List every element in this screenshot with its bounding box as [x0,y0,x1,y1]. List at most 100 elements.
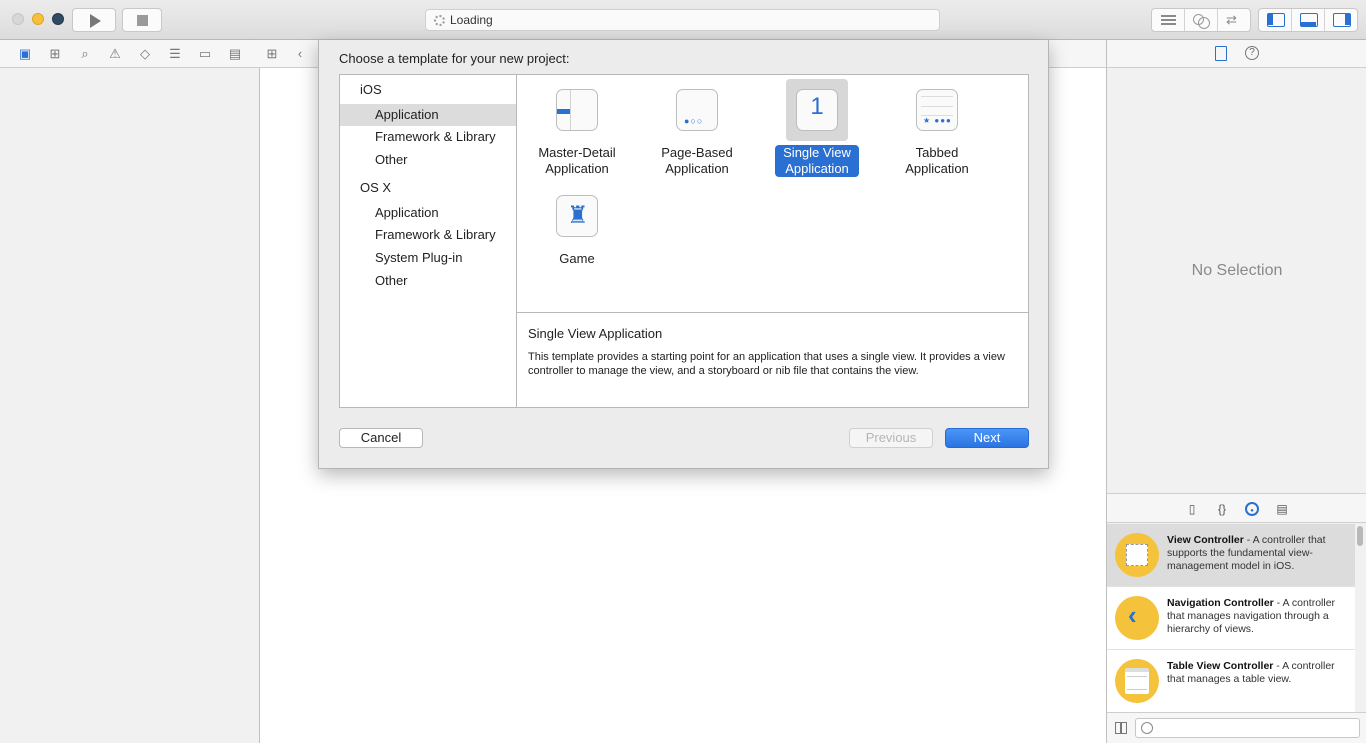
filter-icon [1141,722,1153,734]
category-header-osx: OS X [360,180,392,195]
template-grid: Master-Detail Application ●○○ Page-Based A… [517,75,1028,313]
category-osx-application[interactable]: Application [340,202,516,224]
table-view-controller-icon [1115,659,1159,703]
list-icon[interactable]: ☰ [167,46,183,62]
category-osx-framework-library[interactable]: Framework & Library [340,224,516,246]
stop-icon [137,15,148,26]
category-osx-other[interactable]: Other [340,270,516,292]
template-master-detail[interactable]: Master-Detail Application [517,75,637,176]
version-editor-button[interactable]: ⇄ [1218,9,1251,31]
category-header-ios: iOS [360,82,382,97]
bottom-panel-icon [1300,13,1318,27]
toggle-debug-area-button[interactable] [1292,9,1325,31]
tabbed-icon: ★ ●●● [916,89,958,131]
description-title: Single View Application [528,326,663,341]
object-library-icon[interactable]: ● [1245,502,1259,516]
close-window-button[interactable] [12,13,24,25]
category-ios-other[interactable]: Other [340,149,516,171]
template-label-line1: Single View [779,145,855,161]
sheet-title: Choose a template for your new project: [339,51,570,66]
assistant-editor-button[interactable] [1185,9,1218,31]
game-icon: ♜ [556,195,598,237]
back-chevron-icon[interactable]: ‹ [292,46,308,62]
library-item-name: Navigation Controller [1167,597,1274,609]
related-items-grid-icon[interactable]: ⊞ [264,46,280,62]
next-button[interactable]: Next [945,428,1029,448]
breakpoint-diamond-icon[interactable]: ◇ [137,46,153,62]
library-item-navigation-controller[interactable]: ‹ Navigation Controller - A controller t… [1107,587,1355,650]
assistant-editor-icon [1193,14,1210,29]
standard-editor-icon [1161,15,1176,25]
library-item-table-view-controller[interactable]: Table View Controller - A controller tha… [1107,650,1355,712]
file-template-library-icon[interactable]: ▯ [1185,502,1199,516]
toggle-navigator-button[interactable] [1259,9,1292,31]
zoom-window-button[interactable] [52,13,64,25]
version-editor-icon: ⇄ [1226,12,1237,27]
object-library-list: View Controller - A controller that supp… [1107,524,1355,712]
template-label-line1: Tabbed [915,145,959,160]
category-ios-framework-library[interactable]: Framework & Library [340,126,516,148]
no-selection-label: No Selection [1191,262,1283,279]
library-filter-input[interactable] [1135,718,1360,738]
code-snippet-library-icon[interactable]: {} [1215,502,1229,516]
new-project-sheet: Choose a template for your new project: … [318,40,1049,469]
toolbar: Loading ⇄ [0,0,1366,40]
quick-help-icon[interactable]: ? [1245,46,1259,60]
library-item-name: View Controller [1167,534,1244,546]
right-panel-icon [1333,13,1351,27]
navigator-selector-bar: ▣ ⊞ ⌕ ⚠ ◇ ☰ ▭ ▤ [0,40,260,68]
activity-view: Loading [425,9,940,31]
template-description: Single View Application This template pr… [517,313,1028,407]
comment-icon[interactable]: ▤ [227,46,243,62]
single-view-icon: 1 [796,89,838,131]
hierarchy-icon[interactable]: ⊞ [47,46,63,62]
play-icon [90,14,101,28]
standard-editor-button[interactable] [1152,9,1185,31]
navigation-controller-icon: ‹ [1115,596,1159,640]
library-scrollbar[interactable] [1357,526,1363,546]
view-toggle-segmented-control [1258,8,1358,32]
template-single-view[interactable]: 1 Single View Application [757,75,877,177]
utilities-pane: ? No Selection ▯ {} ● ▤ View Controller … [1106,40,1366,743]
category-ios-application[interactable]: Application [340,104,516,126]
toggle-utilities-button[interactable] [1325,9,1358,31]
stop-button[interactable] [122,8,162,32]
template-label-line1: Game [559,251,595,266]
template-label-line2: Application [665,161,729,176]
cancel-button[interactable]: Cancel [339,428,423,448]
page-based-icon: ●○○ [676,89,718,131]
tag-icon[interactable]: ▭ [197,46,213,62]
template-game[interactable]: ♜ Game [517,181,637,281]
navigator-pane: ▣ ⊞ ⌕ ⚠ ◇ ☰ ▭ ▤ [0,40,260,743]
grid-view-icon[interactable] [1115,722,1127,734]
template-label-line2: Application [905,161,969,176]
library-item-name: Table View Controller [1167,660,1274,672]
minimize-window-button[interactable] [32,13,44,25]
library-selector-bar: ▯ {} ● ▤ [1107,493,1366,523]
master-detail-icon [556,89,598,131]
file-inspector-icon[interactable] [1215,46,1227,61]
template-label-line2: Application [545,161,609,176]
description-body: This template provides a starting point … [528,351,1005,377]
run-button[interactable] [72,8,116,32]
template-category-list: iOS Application Framework & Library Othe… [339,74,517,408]
template-tabbed[interactable]: ★ ●●● Tabbed Application [877,75,997,176]
spinner-icon [434,15,445,26]
media-library-icon[interactable]: ▤ [1275,502,1289,516]
view-controller-icon [1115,533,1159,577]
activity-status-text: Loading [450,13,493,27]
library-filter-bar [1107,712,1366,743]
category-osx-system-plugin[interactable]: System Plug-in [340,247,516,269]
template-area: Master-Detail Application ●○○ Page-Based A… [516,74,1029,408]
template-label-line1: Page-Based [661,145,733,160]
left-panel-icon [1267,13,1285,27]
previous-button[interactable]: Previous [849,428,933,448]
library-item-view-controller[interactable]: View Controller - A controller that supp… [1107,524,1355,587]
template-label-line2: Application [781,161,853,177]
warning-icon[interactable]: ⚠ [107,46,123,62]
template-page-based[interactable]: ●○○ Page-Based Application [637,75,757,176]
editor-mode-segmented-control: ⇄ [1151,8,1251,32]
search-icon[interactable]: ⌕ [77,46,93,62]
folder-icon[interactable]: ▣ [17,46,33,62]
inspector-selector-bar: ? [1107,40,1366,68]
